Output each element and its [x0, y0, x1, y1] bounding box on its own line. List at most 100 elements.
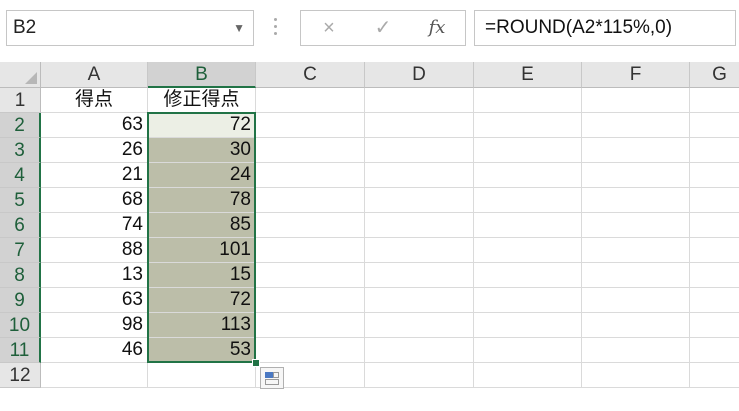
cell-empty[interactable] [690, 238, 739, 263]
cell-empty[interactable] [365, 338, 474, 363]
cell-empty[interactable] [365, 188, 474, 213]
cell-empty[interactable] [582, 188, 690, 213]
row-header-8[interactable]: 8 [0, 263, 41, 288]
row-header-11[interactable]: 11 [0, 338, 41, 363]
cell-empty[interactable] [474, 138, 582, 163]
insert-function-icon[interactable]: fx [417, 11, 457, 45]
select-all-button[interactable] [0, 62, 41, 88]
cell-empty[interactable] [582, 238, 690, 263]
column-header-a[interactable]: A [41, 62, 148, 88]
cell-a8[interactable]: 13 [41, 263, 148, 288]
cell-empty[interactable] [690, 138, 739, 163]
cell-empty[interactable] [256, 88, 365, 113]
cell-empty[interactable] [256, 313, 365, 338]
cell-empty[interactable] [365, 313, 474, 338]
cell-b5[interactable]: 78 [148, 188, 256, 213]
cell-empty[interactable] [474, 188, 582, 213]
cell-a2[interactable]: 63 [41, 113, 148, 138]
formula-input[interactable]: =ROUND(A2*115%,0) [474, 10, 736, 46]
cell-empty[interactable] [690, 338, 739, 363]
cell-a7[interactable]: 88 [41, 238, 148, 263]
cell-empty[interactable] [690, 88, 739, 113]
cell-a1[interactable]: 得点 [41, 88, 148, 113]
cell-empty[interactable] [256, 113, 365, 138]
cell-empty[interactable] [690, 288, 739, 313]
cell-b3[interactable]: 30 [148, 138, 256, 163]
column-header-d[interactable]: D [365, 62, 474, 88]
cell-empty[interactable] [365, 88, 474, 113]
column-header-g[interactable]: G [690, 62, 739, 88]
cell-empty[interactable] [474, 263, 582, 288]
row-header-5[interactable]: 5 [0, 188, 41, 213]
cell-b11[interactable]: 53 [148, 338, 256, 363]
cell-empty[interactable] [256, 338, 365, 363]
cell-empty[interactable] [474, 363, 582, 388]
cell-empty[interactable] [365, 138, 474, 163]
row-header-2[interactable]: 2 [0, 113, 41, 138]
cell-empty[interactable] [690, 163, 739, 188]
column-header-f[interactable]: F [582, 62, 690, 88]
row-header-6[interactable]: 6 [0, 213, 41, 238]
cell-empty[interactable] [256, 263, 365, 288]
cell-empty[interactable] [690, 113, 739, 138]
cell-empty[interactable] [582, 338, 690, 363]
chevron-down-icon[interactable]: ▼ [233, 11, 245, 45]
cell-empty[interactable] [582, 313, 690, 338]
cell-empty[interactable] [256, 188, 365, 213]
cell-empty[interactable] [582, 113, 690, 138]
cell-b7[interactable]: 101 [148, 238, 256, 263]
cell-empty[interactable] [256, 238, 365, 263]
cell-empty[interactable] [474, 163, 582, 188]
cell-empty[interactable] [256, 213, 365, 238]
enter-icon[interactable]: ✓ [363, 11, 403, 45]
row-header-9[interactable]: 9 [0, 288, 41, 313]
cell-empty[interactable] [256, 163, 365, 188]
cell-b2[interactable]: 72 [148, 113, 256, 138]
row-header-4[interactable]: 4 [0, 163, 41, 188]
cell-empty[interactable] [365, 288, 474, 313]
cell-empty[interactable] [365, 238, 474, 263]
cell-empty[interactable] [582, 363, 690, 388]
quick-analysis-icon[interactable] [260, 367, 284, 389]
cell-empty[interactable] [582, 288, 690, 313]
row-header-7[interactable]: 7 [0, 238, 41, 263]
cell-empty[interactable] [256, 288, 365, 313]
cell-empty[interactable] [365, 213, 474, 238]
cell-empty[interactable] [474, 313, 582, 338]
cell-empty[interactable] [474, 238, 582, 263]
cell-b9[interactable]: 72 [148, 288, 256, 313]
cell-b1[interactable]: 修正得点 [148, 88, 256, 113]
cell-empty[interactable] [582, 213, 690, 238]
cell-empty[interactable] [474, 213, 582, 238]
row-header-12[interactable]: 12 [0, 363, 41, 388]
cell-empty[interactable] [256, 138, 365, 163]
cell-a6[interactable]: 74 [41, 213, 148, 238]
cell-empty[interactable] [582, 263, 690, 288]
row-header-10[interactable]: 10 [0, 313, 41, 338]
cell-a10[interactable]: 98 [41, 313, 148, 338]
cell-empty[interactable] [148, 363, 256, 388]
cell-b6[interactable]: 85 [148, 213, 256, 238]
cell-a4[interactable]: 21 [41, 163, 148, 188]
cell-empty[interactable] [474, 288, 582, 313]
column-header-b[interactable]: B [148, 62, 256, 88]
cell-empty[interactable] [582, 88, 690, 113]
column-header-e[interactable]: E [474, 62, 582, 88]
drag-handle-icon[interactable] [272, 14, 278, 42]
cell-b4[interactable]: 24 [148, 163, 256, 188]
cell-a9[interactable]: 63 [41, 288, 148, 313]
name-box[interactable]: B2 ▼ [6, 10, 254, 46]
column-header-c[interactable]: C [256, 62, 365, 88]
cell-empty[interactable] [690, 263, 739, 288]
cell-empty[interactable] [365, 263, 474, 288]
cell-empty[interactable] [41, 363, 148, 388]
cell-empty[interactable] [365, 363, 474, 388]
cell-empty[interactable] [474, 88, 582, 113]
cell-empty[interactable] [582, 163, 690, 188]
row-header-3[interactable]: 3 [0, 138, 41, 163]
cell-empty[interactable] [474, 113, 582, 138]
cell-empty[interactable] [690, 188, 739, 213]
fill-handle[interactable] [252, 359, 260, 367]
cell-empty[interactable] [690, 213, 739, 238]
cell-b10[interactable]: 113 [148, 313, 256, 338]
